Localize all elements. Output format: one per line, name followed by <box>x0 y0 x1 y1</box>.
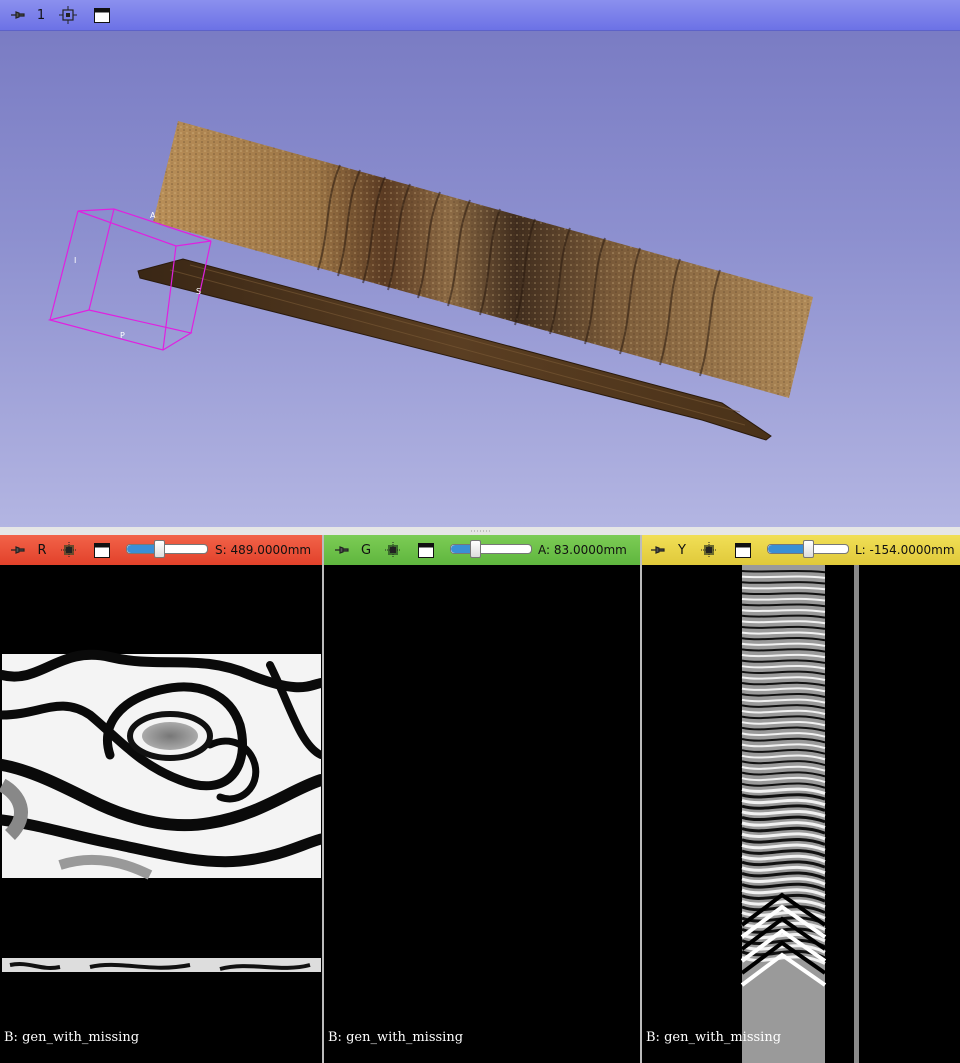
green-background-layer-label: B: gen_with_missing <box>328 1030 464 1045</box>
green-slice-offset-slider[interactable] <box>450 540 532 558</box>
pin-icon[interactable] <box>332 535 352 565</box>
roi-label-s: S <box>196 287 201 296</box>
red-background-layer-label: B: gen_with_missing <box>4 1030 140 1045</box>
yellow-background-layer-label: B: gen_with_missing <box>646 1030 782 1045</box>
maximize-view-icon[interactable] <box>93 0 111 30</box>
green-slice-controller-bar: G A: 83.0000mm <box>324 535 640 565</box>
slider-handle[interactable] <box>803 540 814 558</box>
red-slice-offset-slider[interactable] <box>126 540 208 558</box>
3d-view[interactable]: A I P S 1 <box>0 0 960 527</box>
red-slice-image <box>0 649 322 972</box>
center-view-icon[interactable] <box>58 0 78 30</box>
red-slice-offset-value: S: 489.0000mm <box>215 543 312 557</box>
pin-icon[interactable] <box>648 535 668 565</box>
yellow-slice-offset-slider[interactable] <box>767 540 849 558</box>
pin-icon[interactable] <box>8 0 28 30</box>
red-orientation-label: R <box>37 542 47 558</box>
yellow-slice-view[interactable]: Y L: -154.0000mm B: gen_with_missing <box>642 535 960 1063</box>
roi-label-a: A <box>150 211 156 220</box>
layout-number: 1 <box>36 7 46 23</box>
green-slice-view[interactable]: G A: 83.0000mm B: gen_with_missing <box>324 535 640 1063</box>
slider-handle[interactable] <box>154 540 165 558</box>
seismic-reflector-line <box>741 569 826 574</box>
link-slice-icon[interactable] <box>383 535 403 565</box>
slider-fill <box>768 545 808 553</box>
roi-label-i: I <box>74 256 76 265</box>
yellow-orientation-label: Y <box>678 542 686 558</box>
splitter-grip[interactable] <box>470 530 490 532</box>
roi-label-p: P <box>120 331 125 340</box>
maximize-view-icon[interactable] <box>93 535 111 565</box>
green-orientation-label: G <box>360 542 372 558</box>
yellow-slice-image <box>740 565 859 1063</box>
red-slice-view[interactable]: R S: 489.0000mm B: gen_with_missing <box>0 535 322 1063</box>
yellow-slice-controller-bar: Y L: -154.0000mm <box>642 535 960 565</box>
3d-scene[interactable]: A I P S <box>0 0 960 527</box>
green-slice-offset-value: A: 83.0000mm <box>538 543 627 557</box>
yellow-slice-offset-value: L: -154.0000mm <box>855 543 955 557</box>
maximize-view-icon[interactable] <box>734 535 752 565</box>
3d-view-controller-bar: 1 <box>0 0 960 31</box>
red-slice-controller-bar: R S: 489.0000mm <box>0 535 322 565</box>
pin-icon[interactable] <box>8 535 28 565</box>
slider-handle[interactable] <box>470 540 481 558</box>
link-slice-icon[interactable] <box>699 535 719 565</box>
link-slice-icon[interactable] <box>59 535 79 565</box>
seismic-reflector-line <box>741 575 826 579</box>
view-splitter[interactable] <box>0 527 960 535</box>
maximize-view-icon[interactable] <box>417 535 435 565</box>
